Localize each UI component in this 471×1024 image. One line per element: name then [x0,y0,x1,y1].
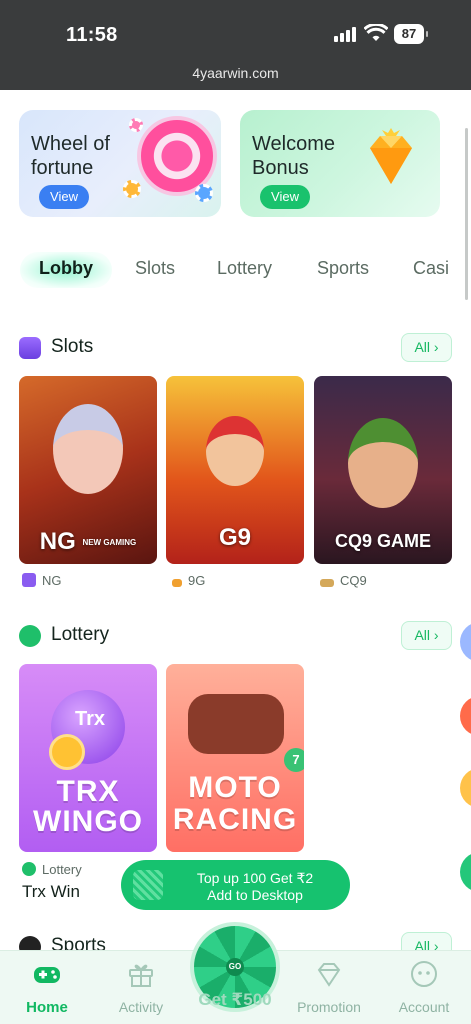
nav-label: Home [26,999,68,1016]
slot-machine-icon [19,337,41,359]
provider-icon [172,579,182,587]
game-brand-logo: NG NEW GAMING [39,528,137,555]
go-badge: GO [226,958,244,976]
welcome-bonus-banner[interactable]: Welcome Bonus View [240,110,440,217]
nav-activity[interactable]: Activity [101,959,181,1015]
banner-title: Wheel of fortune [31,133,110,179]
add-to-desktop-banner[interactable]: Top up 100 Get ₹2 Add to Desktop [121,860,350,910]
game-card-g9[interactable]: G9 [166,376,304,564]
battery-icon: 87 [394,24,428,44]
bonus-view-button[interactable]: View [260,185,310,209]
character-image [348,418,418,508]
tab-casino[interactable]: Casi [413,258,449,279]
game-title-line2: WINGO [33,805,143,838]
account-icon [411,961,437,987]
motorbike-icon [188,694,284,754]
banner-title: Welcome Bonus [252,133,335,179]
lottery-section-header: Lottery [19,621,459,651]
game-caption-9g: 9G [172,573,205,588]
wheel-view-button[interactable]: View [39,185,89,209]
game-card-trx-wingo[interactable]: Trx TRX WINGO [19,664,157,852]
slots-section-header: Slots [19,333,459,363]
chip-icon [123,180,141,198]
edge-game-art [460,696,471,736]
diamond-icon [370,128,412,184]
provider-icon [22,573,36,587]
game-caption-ng: NG [22,573,62,588]
get-bonus-label[interactable]: Get ₹500 [190,990,280,1010]
add-to-desktop-text: Add to Desktop [207,887,303,903]
edge-game-art [460,852,471,892]
nav-label: Promotion [297,999,361,1015]
nav-promotion[interactable]: Promotion [289,959,369,1015]
game-card-moto-racing[interactable]: 7 MOTO RACING [166,664,304,852]
nav-account[interactable]: Account [384,959,464,1015]
chip-icon [129,118,143,132]
section-title: Lottery [51,624,110,645]
trx-coin-icon [49,734,85,770]
lottery-ball-icon [22,862,36,876]
game-brand-logo: CQ9 GAME [334,531,431,551]
tab-lobby[interactable]: Lobby [39,258,93,279]
game-title-line2: RACING [172,803,298,836]
number-ball-icon: 7 [284,748,304,772]
tab-sports[interactable]: Sports [317,258,369,279]
edge-game-art [460,768,471,808]
game-card-ng[interactable]: NG NEW GAMING [19,376,157,564]
diamond-icon [317,963,341,987]
section-title: Slots [51,336,94,357]
character-image [53,404,123,494]
provider-icon [320,579,334,587]
gamepad-icon [34,967,60,983]
character-image [206,416,264,486]
scrollbar[interactable] [465,128,468,300]
lottery-game-title: Trx Win [22,882,80,901]
game-category-tabs: Lobby Slots Lottery Sports Casi [0,252,471,288]
nav-label: Activity [118,999,164,1015]
tab-lottery[interactable]: Lottery [217,258,272,279]
slots-all-button[interactable]: All › [401,333,452,362]
nav-home[interactable]: Home [7,959,87,1016]
gift-icon [129,964,153,987]
nav-label: Account [398,999,450,1015]
game-caption-cq9: CQ9 [320,573,367,588]
cellular-signal-icon [334,26,358,42]
game-card-cq9[interactable]: CQ9 GAME [314,376,452,564]
game-title-line1: TRX [56,775,120,808]
wheel-of-fortune-banner[interactable]: Wheel of fortune View [19,110,221,217]
lottery-ball-icon [19,625,41,647]
status-time: 11:58 [66,24,118,46]
topup-offer-text: Top up 100 Get ₹2 [196,870,314,886]
address-bar-url[interactable]: 4yaarwin.com [0,65,471,81]
edge-game-art [460,622,471,662]
wifi-icon [364,24,388,41]
game-brand-logo: G9 [218,524,251,551]
trx-badge: Trx [75,708,106,730]
chip-icon [195,184,213,202]
lottery-all-button[interactable]: All › [401,621,452,650]
tab-slots[interactable]: Slots [135,258,175,279]
game-title-line1: MOTO [188,771,282,804]
status-bar: 11:58 87 4yaarwin.com [0,0,471,90]
app-qr-icon [133,870,163,900]
lottery-caption-category: Lottery [22,862,82,877]
